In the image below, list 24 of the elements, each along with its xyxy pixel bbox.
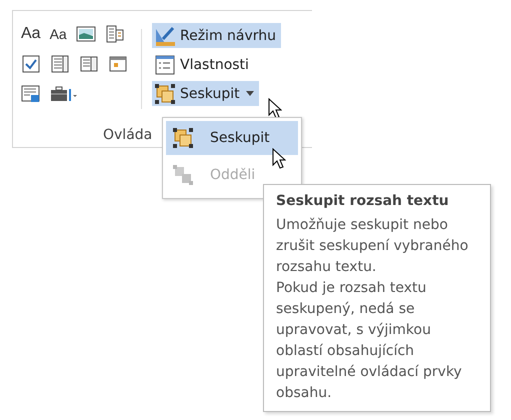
plain-text-control[interactable]: Aa <box>50 26 67 42</box>
ruler-pencil-icon <box>154 24 176 46</box>
ribbon-button[interactable]: Seskupit <box>152 81 259 106</box>
list-control-icon[interactable] <box>79 55 99 73</box>
mouse-cursor-icon <box>272 148 286 170</box>
picture-control-icon[interactable] <box>76 25 96 43</box>
rich-text-control[interactable]: Aa <box>21 25 41 43</box>
ungroup-squares-icon <box>172 164 194 186</box>
checkbox-control-icon[interactable] <box>21 55 41 73</box>
repeating-section-icon[interactable] <box>21 85 41 103</box>
ribbon-button[interactable]: Vlastnosti <box>152 52 254 77</box>
group-label: Ovláda <box>103 127 152 143</box>
group-squares-icon <box>154 82 176 104</box>
gallery-control-icon[interactable] <box>104 25 125 43</box>
properties-list-icon <box>154 54 176 76</box>
ribbon-button[interactable]: Režim návrhu <box>152 23 282 48</box>
tooltip-title: Seskupit rozsah textu <box>276 193 450 209</box>
calendar-control-icon[interactable] <box>108 55 128 73</box>
group-squares-icon <box>172 127 194 149</box>
combo-box-control-icon[interactable] <box>50 55 70 73</box>
menu-item[interactable]: Seskupit <box>166 121 298 155</box>
tooltip-text: Pokud je rozsah textu seskupený, nedá se upravovat, s výjimkou oblastí obsahujících upravitelné ovládací prvky obsahu. <box>276 279 463 403</box>
tooltip-text: Umožňuje seskupit nebo zrušit seskupení vybraného rozsahu textu. <box>276 216 470 277</box>
toolbox-icon[interactable] <box>50 85 78 103</box>
